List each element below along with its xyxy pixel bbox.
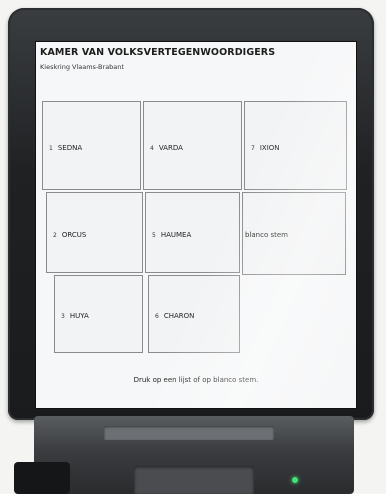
list-name: VARDA	[158, 144, 183, 152]
voting-screen: KAMER VAN VOLKSVERTEGENWOORDIGERS Kieskr…	[36, 42, 356, 408]
list-number: 7	[251, 145, 255, 152]
blank-vote-button[interactable]: blanco stem	[242, 192, 346, 275]
list-button-orcus[interactable]: 2 ORCUS	[46, 192, 143, 273]
list-number: 3	[61, 313, 65, 320]
list-button-sedna[interactable]: 1 SEDNA	[42, 101, 141, 190]
list-number: 1	[49, 145, 53, 152]
list-name: ORCUS	[61, 231, 87, 239]
list-button-varda[interactable]: 4 VARDA	[143, 101, 242, 190]
blank-vote-label: blanco stem	[245, 231, 288, 239]
constituency-label: Kieskring Vlaams-Brabant	[40, 63, 124, 71]
list-number: 2	[53, 232, 57, 239]
list-number: 6	[155, 313, 159, 320]
list-name: HUYA	[69, 312, 89, 320]
list-button-charon[interactable]: 6 CHARON	[148, 275, 240, 353]
list-name: CHARON	[163, 312, 195, 320]
list-button-huya[interactable]: 3 HUYA	[54, 275, 143, 353]
list-number: 5	[152, 232, 156, 239]
card-slot	[104, 426, 274, 440]
ballot-tray	[134, 466, 254, 494]
ballot-title: KAMER VAN VOLKSVERTEGENWOORDIGERS	[40, 47, 276, 58]
list-name: SEDNA	[57, 144, 83, 152]
voting-instruction: Druk op een lijst of op blanco stem.	[133, 376, 259, 384]
voting-machine-base	[34, 416, 354, 494]
list-button-ixion[interactable]: 7 IXION	[244, 101, 347, 190]
list-name: IXION	[259, 144, 280, 152]
machine-foot	[14, 462, 70, 494]
list-name: HAUMEA	[160, 231, 192, 239]
list-number: 4	[150, 145, 154, 152]
list-button-haumea[interactable]: 5 HAUMEA	[145, 192, 240, 273]
status-led-icon	[292, 477, 298, 483]
